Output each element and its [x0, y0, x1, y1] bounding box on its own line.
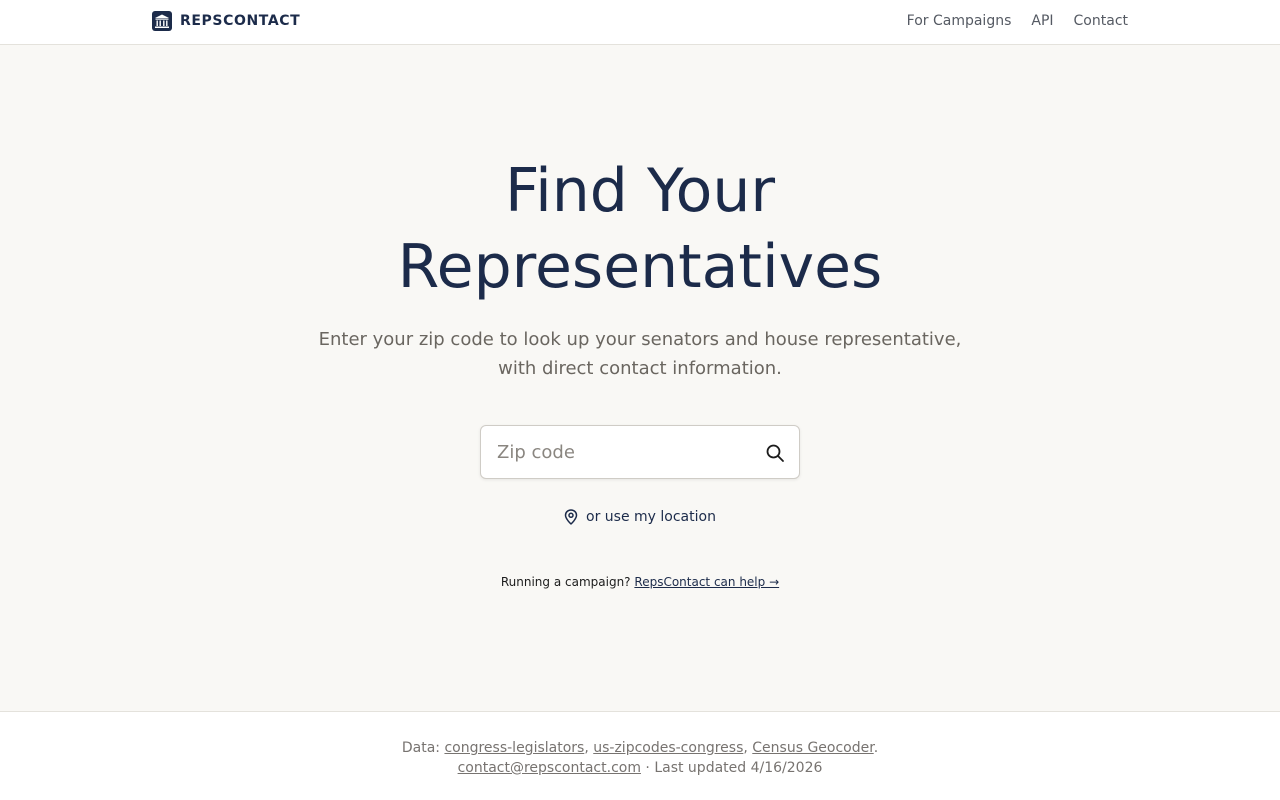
title-line-2: Representatives [397, 232, 883, 302]
title-line-1: Find Your [504, 156, 776, 226]
footer-separator: , [584, 740, 589, 756]
brand-name: REPSCONTACT [180, 13, 301, 29]
nav-contact[interactable]: Contact [1074, 13, 1128, 29]
page: REPSCONTACT For Campaigns API Contact Fi… [0, 0, 1280, 800]
footer-data-label: Data: [401, 740, 440, 756]
footer-period: . [873, 740, 879, 756]
footer-email-link[interactable]: contact@repscontact.com [458, 760, 641, 776]
hero-section: Find Your Representatives Enter your zip… [0, 45, 1280, 711]
capitol-building-icon [152, 11, 172, 31]
nav-api[interactable]: API [1031, 13, 1053, 29]
campaign-help-link[interactable]: RepsContact can help → [634, 575, 779, 589]
last-updated: · Last updated 4/16/2026 [645, 760, 823, 776]
search-icon[interactable] [765, 443, 785, 463]
zip-code-input[interactable] [481, 426, 741, 478]
subtitle-line-2: with direct contact information. [498, 358, 782, 379]
footer-data-sources: Data: congress-legislators, us-zipcodes-… [0, 738, 1280, 758]
top-nav: For Campaigns API Contact [907, 13, 1128, 29]
nav-for-campaigns[interactable]: For Campaigns [907, 13, 1012, 29]
use-location-button[interactable]: or use my location [564, 509, 716, 525]
brand-link[interactable]: REPSCONTACT [152, 11, 300, 31]
page-subtitle: Enter your zip code to look up your sena… [310, 325, 970, 383]
site-header: REPSCONTACT For Campaigns API Contact [0, 0, 1280, 45]
source-congress-legislators[interactable]: congress-legislators [444, 740, 584, 756]
source-census-geocoder[interactable]: Census Geocoder [752, 740, 873, 756]
footer-separator: , [743, 740, 748, 756]
campaign-prefix: Running a campaign? [500, 575, 631, 589]
source-us-zipcodes-congress[interactable]: us-zipcodes-congress [593, 740, 743, 756]
subtitle-line-1: Enter your zip code to look up your sena… [318, 329, 962, 350]
zip-search-box [480, 425, 800, 479]
footer-contact-row: contact@repscontact.com · Last updated 4… [0, 758, 1280, 778]
map-pin-icon [564, 509, 578, 525]
use-location-label: or use my location [586, 509, 716, 525]
page-title: Find Your Representatives [320, 153, 960, 305]
site-footer: Data: congress-legislators, us-zipcodes-… [0, 711, 1280, 800]
campaign-promo: Running a campaign? RepsContact can help… [0, 575, 1280, 589]
